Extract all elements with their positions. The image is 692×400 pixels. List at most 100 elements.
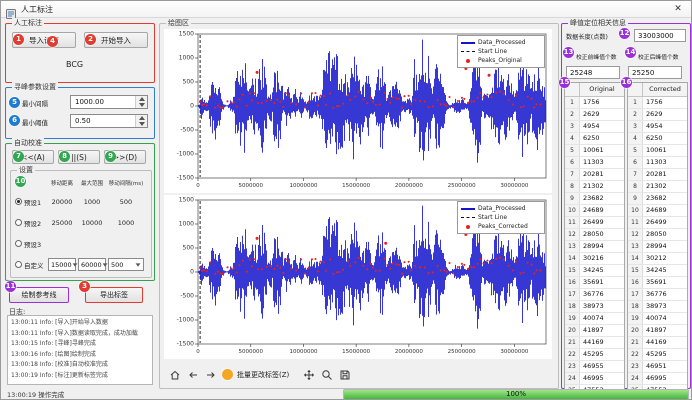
table-row[interactable]: 2245295 [628, 349, 687, 361]
peak-value-cell[interactable]: 26499 [643, 217, 687, 228]
table-row[interactable]: 1635691 [628, 277, 687, 289]
table-row[interactable]: 1736776 [565, 289, 624, 301]
radio-icon[interactable] [15, 219, 22, 226]
radio-icon[interactable] [15, 240, 22, 247]
table-row[interactable]: 1635691 [565, 277, 624, 289]
zoom-icon[interactable] [319, 367, 335, 383]
peak-value-cell[interactable]: 45295 [580, 349, 624, 360]
spin-arrows-icon[interactable] [135, 115, 147, 127]
table-row[interactable]: 2144169 [565, 337, 624, 349]
table-row[interactable]: 46250 [628, 133, 687, 145]
radio-icon[interactable] [15, 261, 22, 268]
batch-edit-labels-button[interactable]: 批量更改标签(Z) [237, 370, 289, 380]
table-row[interactable]: 2144169 [628, 337, 687, 349]
peak-value-cell[interactable]: 40074 [580, 313, 624, 324]
chevron-down-icon[interactable] [72, 263, 77, 266]
peak-value-cell[interactable]: 34245 [643, 265, 687, 276]
home-icon[interactable] [167, 367, 183, 383]
preset-radio-3[interactable]: 预设3 [13, 239, 47, 249]
peak-value-cell[interactable]: 4954 [643, 121, 687, 132]
table-row[interactable]: 611303 [628, 157, 687, 169]
peak-value-cell[interactable]: 6250 [643, 133, 687, 144]
table-row[interactable]: 1430212 [628, 253, 687, 265]
corrected-peaks-table[interactable]: Corrected1175622629349544625051006161130… [627, 82, 688, 400]
chevron-down-icon[interactable] [102, 263, 107, 266]
preset-radio-1[interactable]: 预设1 [13, 197, 47, 207]
draw-reference-button[interactable]: 绘制参考线 [9, 287, 69, 303]
table-row[interactable]: 923682 [628, 193, 687, 205]
peak-value-cell[interactable]: 23682 [580, 193, 624, 204]
peak-value-cell[interactable]: 21302 [580, 181, 624, 192]
preset-radio-2[interactable]: 预设2 [13, 218, 47, 228]
peak-value-cell[interactable]: 2629 [643, 109, 687, 120]
table-row[interactable]: 1228050 [565, 229, 624, 241]
table-row[interactable]: 1534245 [565, 265, 624, 277]
peak-value-cell[interactable]: 10061 [643, 145, 687, 156]
save-icon[interactable] [337, 367, 353, 383]
table-row[interactable]: 2041897 [565, 325, 624, 337]
peak-value-cell[interactable]: 34245 [580, 265, 624, 276]
table-row[interactable]: 923682 [565, 193, 624, 205]
table-row[interactable]: 1838973 [565, 301, 624, 313]
peak-value-cell[interactable]: 2629 [580, 109, 624, 120]
table-row[interactable]: 2346955 [565, 361, 624, 373]
table-row[interactable]: 720281 [628, 169, 687, 181]
peak-value-cell[interactable]: 30212 [643, 253, 687, 264]
table-row[interactable]: 2041897 [628, 325, 687, 337]
peak-value-cell[interactable]: 35691 [643, 277, 687, 288]
table-row[interactable]: 22629 [628, 109, 687, 121]
table-row[interactable]: 510061 [565, 145, 624, 157]
table-row[interactable]: 1328994 [628, 241, 687, 253]
peak-value-cell[interactable]: 35691 [580, 277, 624, 288]
table-row[interactable]: 34954 [565, 121, 624, 133]
table-row[interactable]: 34954 [628, 121, 687, 133]
peak-value-cell[interactable]: 10061 [580, 145, 624, 156]
peak-value-cell[interactable]: 36776 [580, 289, 624, 300]
peak-value-cell[interactable]: 21302 [643, 181, 687, 192]
peak-value-cell[interactable]: 28994 [643, 241, 687, 252]
peak-value-cell[interactable]: 46955 [580, 361, 624, 372]
table-row[interactable]: 2446995 [565, 373, 624, 385]
table-row[interactable]: 1736776 [628, 289, 687, 301]
peak-value-cell[interactable]: 28050 [580, 229, 624, 240]
export-labels-button[interactable]: 导出标签 [85, 287, 143, 303]
table-row[interactable]: 1430216 [565, 253, 624, 265]
peak-value-cell[interactable]: 1756 [643, 97, 687, 108]
table-row[interactable]: 1024689 [628, 205, 687, 217]
table-row[interactable]: 1126499 [565, 217, 624, 229]
peak-value-cell[interactable]: 30216 [580, 253, 624, 264]
forward-arrow-icon[interactable] [203, 367, 219, 383]
peak-value-cell[interactable]: 45295 [643, 349, 687, 360]
peak-value-cell[interactable]: 24689 [643, 205, 687, 216]
table-row[interactable]: 611303 [565, 157, 624, 169]
peak-value-cell[interactable]: 38973 [580, 301, 624, 312]
table-row[interactable]: 2245295 [565, 349, 624, 361]
table-row[interactable]: 11756 [565, 97, 624, 109]
custom-value-input-3[interactable]: 500 [108, 258, 144, 271]
table-row[interactable]: 1328994 [565, 241, 624, 253]
table-row[interactable]: 1940074 [628, 313, 687, 325]
table-row[interactable]: 1024689 [565, 205, 624, 217]
custom-value-input-1[interactable]: 15000 [48, 258, 76, 271]
min-interval-spinbox[interactable]: 1000.00 [70, 95, 148, 109]
peak-value-cell[interactable]: 36776 [643, 289, 687, 300]
radio-icon[interactable] [15, 198, 22, 205]
pan-icon[interactable] [301, 367, 317, 383]
peak-value-cell[interactable]: 41897 [580, 325, 624, 336]
peak-value-cell[interactable]: 23682 [643, 193, 687, 204]
peak-value-cell[interactable]: 20281 [580, 169, 624, 180]
peak-value-cell[interactable]: 11303 [580, 157, 624, 168]
table-row[interactable]: 1940074 [565, 313, 624, 325]
table-row[interactable]: 46250 [565, 133, 624, 145]
table-row[interactable]: 821302 [565, 181, 624, 193]
table-row[interactable]: 2446995 [628, 373, 687, 385]
table-row[interactable]: 510061 [628, 145, 687, 157]
table-row[interactable]: 1126499 [628, 217, 687, 229]
table-row[interactable]: 22629 [565, 109, 624, 121]
table-row[interactable]: 1228050 [628, 229, 687, 241]
custom-value-input-2[interactable]: 60000 [78, 258, 106, 271]
peak-value-cell[interactable]: 46995 [580, 373, 624, 384]
table-row[interactable]: 720281 [565, 169, 624, 181]
peak-value-cell[interactable]: 1756 [580, 97, 624, 108]
peak-value-cell[interactable]: 40074 [643, 313, 687, 324]
